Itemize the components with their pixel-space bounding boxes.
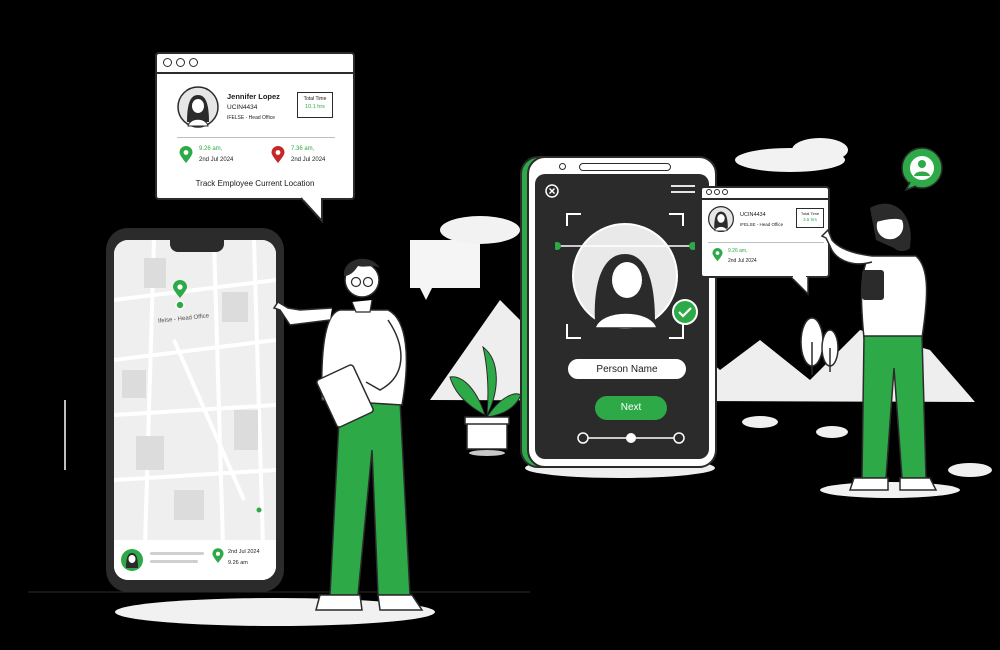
plant-illustration xyxy=(449,345,522,456)
divider xyxy=(177,137,335,138)
map-phone: Ifelse - Head Office 2nd Jul 2024 9.26 a… xyxy=(106,228,284,592)
check-icon xyxy=(672,299,698,325)
checkout-date: 2nd Jul 2024 xyxy=(291,157,326,163)
mini-employee-id: UCIN4434 xyxy=(740,212,766,218)
checkin-time: 9.26 am, xyxy=(199,146,223,152)
face-screen: Person Name Next xyxy=(535,174,709,459)
map-streets xyxy=(114,240,276,580)
location-pin-icon xyxy=(712,248,723,262)
card-caption: Track Employee Current Location xyxy=(195,179,315,188)
person-name-label: Person Name xyxy=(596,364,658,375)
mini-checkin-date: 2nd Jul 2024 xyxy=(728,258,757,264)
next-button-label: Next xyxy=(620,402,642,413)
location-pin-icon xyxy=(212,548,224,563)
avatar xyxy=(121,549,143,571)
location-pin-icon xyxy=(271,146,285,163)
total-time-value: 10.1 hrs xyxy=(305,104,325,110)
person-name-field[interactable]: Person Name xyxy=(567,358,687,380)
menu-icon[interactable] xyxy=(669,184,697,200)
total-time-label: Total Time xyxy=(303,96,327,102)
placeholder-line xyxy=(150,560,198,563)
speaker-slot xyxy=(579,163,671,171)
total-time-box: Total Time 10.1 hrs xyxy=(297,92,333,118)
checkout-time: 7.36 am, xyxy=(291,146,315,152)
mini-checkin-time: 9.26 am, xyxy=(728,248,748,254)
mini-employee-office: IFELSE - Head Office xyxy=(740,222,784,227)
camera-dot xyxy=(559,163,566,170)
woman-illustration xyxy=(820,203,938,491)
checkin-date: 2nd Jul 2024 xyxy=(199,157,234,163)
bottom-info-panel[interactable]: 2nd Jul 2024 9.26 am xyxy=(114,540,276,580)
map-screen[interactable]: Ifelse - Head Office 2nd Jul 2024 9.26 a… xyxy=(114,240,276,580)
speech-tail xyxy=(300,197,323,223)
employee-office: IFELSE - Head Office xyxy=(227,115,275,121)
window-title-bar xyxy=(157,54,353,74)
notch xyxy=(170,240,224,252)
divider xyxy=(708,242,824,243)
bottom-date: 2nd Jul 2024 xyxy=(228,549,260,555)
user-icon xyxy=(901,147,943,192)
employee-id: UCIN4434 xyxy=(227,104,258,111)
employee-info-card: Jennifer Lopez UCIN4434 IFELSE - Head Of… xyxy=(155,52,355,200)
bottom-time: 9.26 am xyxy=(228,560,248,566)
pagination-slider[interactable] xyxy=(575,430,687,446)
placeholder-line xyxy=(150,552,204,555)
man-illustration xyxy=(272,258,424,611)
employee-avatar xyxy=(177,86,219,128)
location-pin-icon[interactable] xyxy=(172,280,188,310)
next-button[interactable]: Next xyxy=(595,396,667,420)
employee-name: Jennifer Lopez xyxy=(227,92,280,101)
close-icon[interactable] xyxy=(545,184,559,198)
employee-avatar xyxy=(708,206,734,232)
face-phone: Person Name Next xyxy=(527,156,717,468)
location-pin-icon xyxy=(179,146,193,163)
